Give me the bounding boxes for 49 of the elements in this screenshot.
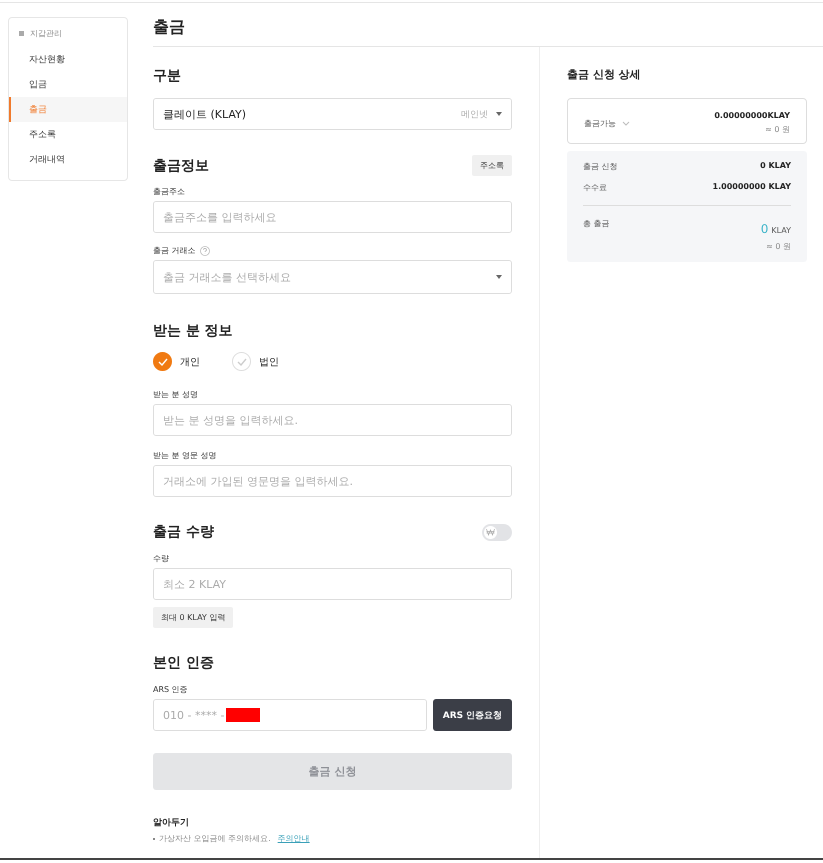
krw-toggle[interactable] (482, 524, 512, 540)
caret-icon (496, 112, 502, 116)
unit-label: KLAY (771, 226, 791, 235)
square-icon (19, 31, 24, 36)
chevron-down-icon (622, 120, 630, 126)
section-heading: 구분 (153, 67, 181, 85)
redaction-block (226, 708, 260, 722)
summary-value: 0 KLAY (760, 161, 791, 170)
english-name-input[interactable]: 거래소에 가입된 영문명을 입력하세요. (153, 465, 512, 497)
summary-value: 1.00000000 KLAY (712, 182, 791, 191)
summary-label: 총 출금 (583, 218, 610, 229)
summary-heading: 출금 신청 상세 (567, 67, 642, 82)
field-label: 받는 분 성명 (153, 389, 200, 400)
sidebar-title: 지갑관리 (30, 28, 62, 39)
radio-option[interactable]: 개인 (153, 352, 200, 371)
amount-input[interactable]: 최소 2 KLAY (153, 568, 512, 600)
max-amount-button[interactable]: 최대 0 KLAY 입력 (153, 607, 234, 628)
krw-value: ≈ 0 원 (766, 241, 791, 252)
sidebar-item[interactable]: 자산현황 (9, 47, 127, 72)
section-heading: 출금 수량 (153, 523, 214, 541)
field-label: 출금주소 (153, 186, 186, 197)
field-label: 출금 거래소 (153, 245, 196, 256)
coin-select[interactable]: 클레이트 (KLAY) 메인넷 (153, 98, 512, 130)
name-input[interactable]: 받는 분 성명을 입력하세요. (153, 404, 512, 436)
address-input[interactable]: 출금주소를 입력하세요 (153, 201, 512, 233)
sidebar-item[interactable]: 거래내역 (9, 147, 127, 172)
won-icon (486, 528, 495, 536)
total-amount: 0 (760, 222, 768, 236)
sidebar-item[interactable]: 입금 (9, 72, 127, 97)
field-label: 수량 (153, 553, 170, 564)
notice-text: 가상자산 오입금에 주의하세요. (159, 833, 271, 844)
section-heading: 받는 분 정보 (153, 322, 233, 340)
summary-value: 0.00000000KLAY (714, 111, 790, 120)
caret-icon (496, 275, 502, 279)
summary-label: 수수료 (583, 182, 607, 193)
notice-heading: 알아두기 (153, 817, 190, 829)
sidebar-item[interactable]: 주소록 (9, 122, 127, 147)
field-label: 받는 분 영문 성명 (153, 450, 218, 461)
radio-option[interactable]: 법인 (232, 352, 279, 371)
ars-request-button[interactable]: ARS 인증요청 (433, 699, 512, 731)
section-heading: 출금정보 (153, 156, 209, 174)
help-icon[interactable] (200, 246, 210, 256)
summary-label: 출금가능 (584, 118, 616, 128)
address-book-button[interactable]: 주소록 (472, 155, 512, 176)
field-label: ARS 인증 (153, 684, 189, 695)
page-title: 출금 (153, 17, 823, 47)
summary-label: 출금 신청 (583, 161, 618, 172)
section-heading: 본인 인증 (153, 654, 214, 672)
krw-value: ≈ 0 원 (765, 124, 790, 135)
